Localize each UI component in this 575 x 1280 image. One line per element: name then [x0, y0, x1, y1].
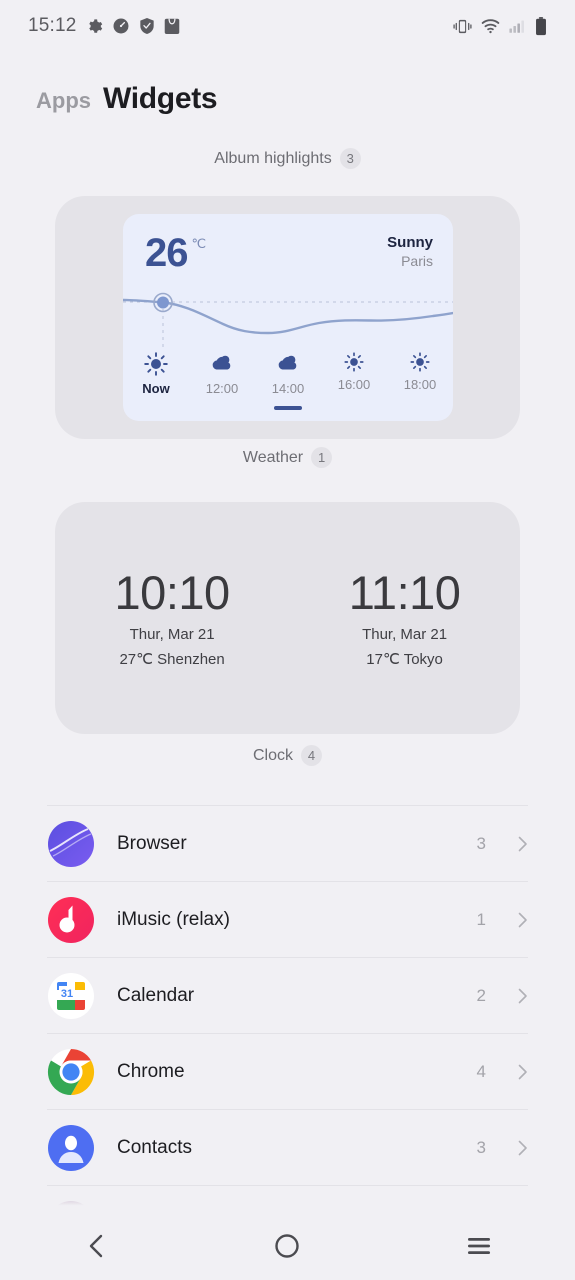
- section-caption-album: Album highlights 3: [0, 148, 575, 169]
- weather-hour-label: Now: [142, 381, 170, 396]
- clock-face-tokyo: 11:10 Thur, Mar 21 17℃ Tokyo: [348, 565, 461, 669]
- status-bar-left: 15:12: [28, 15, 180, 37]
- status-time: 15:12: [28, 15, 77, 36]
- weather-temperature-group: 26 ℃: [145, 233, 206, 273]
- weather-widget-preview[interactable]: 26 ℃ Sunny Paris Now 12:00 14:00 16:00 1…: [55, 196, 520, 439]
- weather-temperature-chart: [123, 292, 453, 348]
- calendar-icon: 31: [47, 972, 95, 1020]
- chrome-icon: [47, 1048, 95, 1096]
- list-item-browser[interactable]: Browser 3: [47, 805, 528, 881]
- sun-small-icon: [344, 352, 364, 372]
- album-label: Album highlights: [214, 149, 332, 167]
- clock-meta: 17℃ Tokyo: [366, 651, 443, 669]
- weather-unit: ℃: [191, 236, 207, 251]
- weather-hour-label: 12:00: [205, 381, 239, 396]
- sun-small-icon: [410, 352, 430, 372]
- app-count: 3: [476, 1137, 486, 1157]
- clock-face-shenzhen: 10:10 Thur, Mar 21 27℃ Shenzhen: [114, 565, 231, 669]
- gear-icon: [88, 18, 102, 33]
- vibrate-icon: [453, 19, 472, 33]
- speedometer-icon: [113, 18, 129, 34]
- weather-condition-group: Sunny Paris: [387, 234, 433, 269]
- weather-hour-label: 16:00: [337, 377, 371, 392]
- back-chevron-icon: [89, 1234, 103, 1258]
- weather-hour-1800[interactable]: 18:00: [387, 352, 453, 396]
- hamburger-menu-icon: [468, 1238, 491, 1254]
- clock-date: Thur, Mar 21: [362, 626, 448, 644]
- weather-hourly-row: Now 12:00 14:00 16:00 18:00: [123, 352, 453, 410]
- weather-count-badge: 1: [311, 447, 333, 468]
- tab-widgets[interactable]: Widgets: [103, 82, 218, 116]
- home-circle-icon: [275, 1234, 300, 1258]
- bag-icon: [164, 18, 179, 34]
- weather-hour-label: 14:00: [271, 381, 305, 396]
- weather-hour-1600[interactable]: 16:00: [321, 352, 387, 396]
- list-item-chrome[interactable]: Chrome 4: [47, 1033, 528, 1109]
- page-header: Apps Widgets: [36, 82, 218, 116]
- section-caption-clock: Clock 4: [0, 745, 575, 766]
- svg-text:31: 31: [61, 988, 73, 1000]
- clock-count-badge: 4: [301, 745, 322, 766]
- chevron-right-icon: [518, 1140, 527, 1155]
- clock-date: Thur, Mar 21: [129, 626, 215, 644]
- clock-label: Clock: [252, 746, 293, 764]
- app-name: Calendar: [117, 984, 195, 1006]
- app-count: 1: [476, 909, 486, 929]
- clock-widget-preview[interactable]: 10:10 Thur, Mar 21 27℃ Shenzhen 11:10 Th…: [55, 502, 520, 734]
- chevron-right-icon: [518, 836, 527, 851]
- weather-card[interactable]: 26 ℃ Sunny Paris Now 12:00 14:00 16:00 1…: [123, 214, 453, 421]
- weather-label: Weather: [242, 448, 304, 466]
- app-name: Contacts: [117, 1136, 192, 1158]
- wifi-icon: [481, 19, 500, 34]
- tab-apps[interactable]: Apps: [36, 88, 91, 114]
- app-count: 2: [476, 985, 486, 1005]
- home-button[interactable]: [252, 1221, 322, 1271]
- navigation-bar: [0, 1212, 575, 1280]
- list-item-calendar[interactable]: 31 Calendar 2: [47, 957, 528, 1033]
- chevron-right-icon: [518, 988, 527, 1003]
- list-item-imusic[interactable]: iMusic (relax) 1: [47, 881, 528, 957]
- weather-selected-indicator: [274, 406, 302, 410]
- app-name: iMusic (relax): [117, 908, 230, 930]
- cloud-icon: [278, 355, 297, 370]
- imusic-icon: [47, 896, 95, 944]
- weather-hour-1400[interactable]: 14:00: [255, 352, 321, 410]
- app-count: 4: [476, 1061, 486, 1081]
- shield-icon: [139, 18, 154, 34]
- app-count: 3: [476, 833, 486, 853]
- contacts-icon: [47, 1124, 95, 1172]
- recents-button[interactable]: [444, 1221, 514, 1271]
- weather-hour-1200[interactable]: 12:00: [189, 352, 255, 396]
- clock-time: 11:10: [348, 565, 461, 619]
- sun-icon: [144, 352, 168, 376]
- chevron-right-icon: [518, 1064, 527, 1079]
- weather-hour-label: 18:00: [403, 377, 437, 392]
- phone-screen: 15:12 Apps Widgets Album highlights 3 26…: [0, 0, 575, 1280]
- weather-hour-now[interactable]: Now: [123, 352, 189, 396]
- battery-icon: [536, 16, 546, 35]
- app-name: Chrome: [117, 1060, 185, 1082]
- browser-icon: [47, 820, 95, 868]
- weather-condition: Sunny: [387, 234, 433, 251]
- clock-time: 10:10: [114, 565, 231, 619]
- section-caption-weather: Weather 1: [0, 447, 575, 468]
- weather-city: Paris: [401, 253, 433, 269]
- clock-meta: 27℃ Shenzhen: [119, 651, 225, 669]
- app-list: Browser 3 iMusic (relax) 1 31 Calendar 2…: [0, 805, 575, 1261]
- album-count-badge: 3: [339, 148, 361, 169]
- status-bar-right: [453, 16, 547, 36]
- list-item-contacts[interactable]: Contacts 3: [47, 1109, 528, 1185]
- chevron-right-icon: [518, 912, 527, 927]
- signal-icon: [509, 20, 524, 33]
- cloud-icon: [212, 355, 231, 370]
- app-name: Browser: [117, 832, 187, 854]
- status-bar: 15:12: [0, 0, 575, 52]
- back-button[interactable]: [61, 1221, 131, 1271]
- weather-temperature: 26: [145, 231, 188, 275]
